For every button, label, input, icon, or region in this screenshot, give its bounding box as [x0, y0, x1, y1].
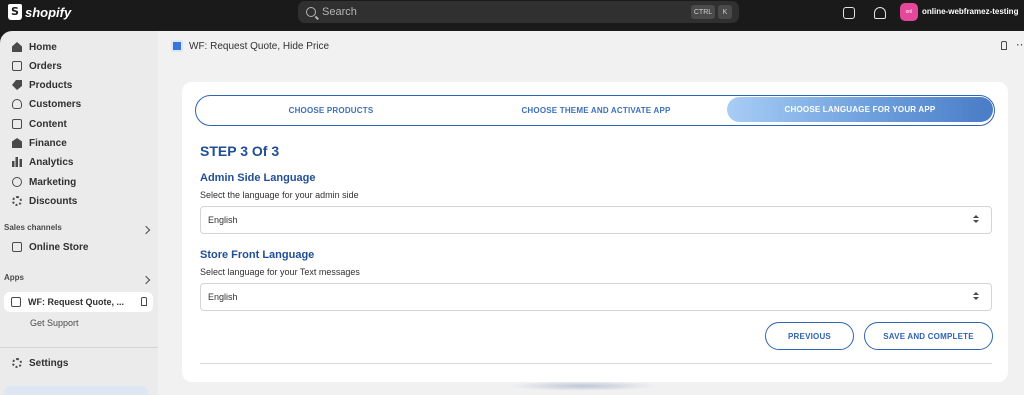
bell-icon[interactable]: [874, 7, 886, 19]
select-arrows-icon: [973, 292, 979, 302]
person-icon: [12, 99, 22, 109]
sidebar-item-label: Content: [29, 118, 67, 130]
sidebar-item-online-store[interactable]: Online Store: [12, 239, 88, 255]
select-arrows-icon: [973, 215, 979, 225]
bar-chart-icon: [12, 157, 22, 167]
sidebar-item-content[interactable]: Content: [12, 116, 67, 132]
store-language-select[interactable]: English: [200, 283, 992, 311]
app-badge-icon: [171, 40, 183, 52]
admin-language-title: Admin Side Language: [200, 172, 316, 184]
sidebar-divider: [0, 347, 158, 348]
sidebar-item-label: Online Store: [29, 241, 89, 253]
store-name[interactable]: online-webframez-testing: [922, 7, 1018, 16]
content-icon: [12, 119, 22, 129]
sidebar-item-label: Marketing: [29, 176, 77, 188]
discount-icon: [12, 196, 22, 206]
sidebar-item-label: Home: [29, 41, 57, 53]
sidebar-item-discounts[interactable]: Discounts: [12, 193, 77, 209]
pin-icon[interactable]: [141, 297, 147, 306]
home-icon: [12, 42, 22, 52]
sidebar-item-orders[interactable]: Orders: [12, 58, 62, 74]
page-title: WF: Request Quote, Hide Price: [189, 41, 330, 52]
store-language-title: Store Front Language: [200, 249, 315, 261]
sidebar-item-label: Discounts: [29, 195, 78, 207]
shortcut-k-key: K: [718, 5, 732, 19]
sidebar-item-label: Orders: [29, 60, 62, 72]
app-icon: [11, 297, 21, 307]
sidebar-item-home[interactable]: Home: [12, 39, 57, 55]
top-bar: shopify Search CTRL K onl online-webfram…: [0, 0, 1024, 31]
settings-icon: [12, 358, 22, 368]
page-header: WF: Request Quote, Hide Price ⋯: [158, 31, 1024, 61]
sidebar-item-label: Customers: [29, 98, 82, 110]
search-placeholder: Search: [322, 6, 357, 18]
sidebar-item-label: Settings: [29, 357, 69, 369]
step-choose-theme[interactable]: CHOOSE THEME AND ACTIVATE APP: [466, 96, 726, 124]
previous-button[interactable]: PREVIOUS: [765, 322, 854, 350]
sidebar-item-finance[interactable]: Finance: [12, 135, 67, 151]
online-store-icon: [12, 242, 22, 252]
search-bar[interactable]: Search CTRL K: [298, 1, 739, 23]
admin-language-select[interactable]: English: [200, 206, 992, 234]
apps-heading[interactable]: Apps: [4, 273, 24, 282]
admin-language-value: English: [208, 215, 238, 225]
save-and-complete-button[interactable]: SAVE AND COMPLETE: [864, 322, 993, 350]
sidebar-item-app[interactable]: WF: Request Quote, ...: [4, 292, 153, 312]
sidebar-item-label: Products: [29, 79, 73, 91]
orders-icon: [12, 61, 22, 71]
store-language-subtitle: Select language for your Text messages: [200, 267, 360, 277]
sidebar-item-products[interactable]: Products: [12, 77, 72, 93]
sidebar-item-label: WF: Request Quote, ...: [28, 297, 124, 307]
sidebar-item-label: Finance: [29, 137, 67, 149]
sidebar-bottom-panel: [4, 386, 148, 395]
sidebar-item-customers[interactable]: Customers: [12, 96, 81, 112]
more-options-icon[interactable]: ⋯: [1016, 38, 1024, 51]
sidebar-item-label: Analytics: [29, 156, 74, 168]
shopify-bag-icon: [8, 4, 22, 20]
shortcut-ctrl-key: CTRL: [691, 5, 715, 19]
step-choose-language[interactable]: CHOOSE LANGUAGE FOR YOUR APP: [727, 97, 993, 122]
sidebar: Home Orders Products Customers Content F…: [0, 31, 158, 395]
store-icon[interactable]: [843, 7, 855, 19]
bottom-shadow: [508, 381, 658, 391]
target-icon: [12, 177, 22, 187]
setup-card: CHOOSE PRODUCTS CHOOSE THEME AND ACTIVAT…: [182, 82, 1008, 382]
card-divider: [200, 363, 992, 364]
store-language-value: English: [208, 292, 238, 302]
admin-language-subtitle: Select the language for your admin side: [200, 190, 359, 200]
search-icon: [306, 7, 316, 17]
sales-channels-heading[interactable]: Sales channels: [4, 223, 62, 232]
tag-icon: [12, 80, 22, 90]
main-content: WF: Request Quote, Hide Price ⋯ CHOOSE P…: [158, 31, 1024, 395]
step-choose-products[interactable]: CHOOSE PRODUCTS: [196, 96, 466, 124]
shopify-logo[interactable]: shopify: [8, 4, 71, 20]
pin-icon[interactable]: [1001, 41, 1007, 50]
sidebar-item-settings[interactable]: Settings: [12, 355, 68, 371]
sidebar-item-marketing[interactable]: Marketing: [12, 174, 76, 190]
stepper: CHOOSE PRODUCTS CHOOSE THEME AND ACTIVAT…: [195, 95, 995, 126]
avatar[interactable]: onl: [900, 3, 918, 21]
chevron-right-icon[interactable]: [141, 275, 151, 285]
brand-name: shopify: [25, 4, 72, 20]
bank-icon: [12, 138, 22, 148]
sidebar-item-get-support[interactable]: Get Support: [30, 318, 79, 328]
sidebar-item-analytics[interactable]: Analytics: [12, 154, 73, 170]
chevron-right-icon[interactable]: [141, 225, 151, 235]
step-heading: STEP 3 Of 3: [200, 143, 280, 159]
